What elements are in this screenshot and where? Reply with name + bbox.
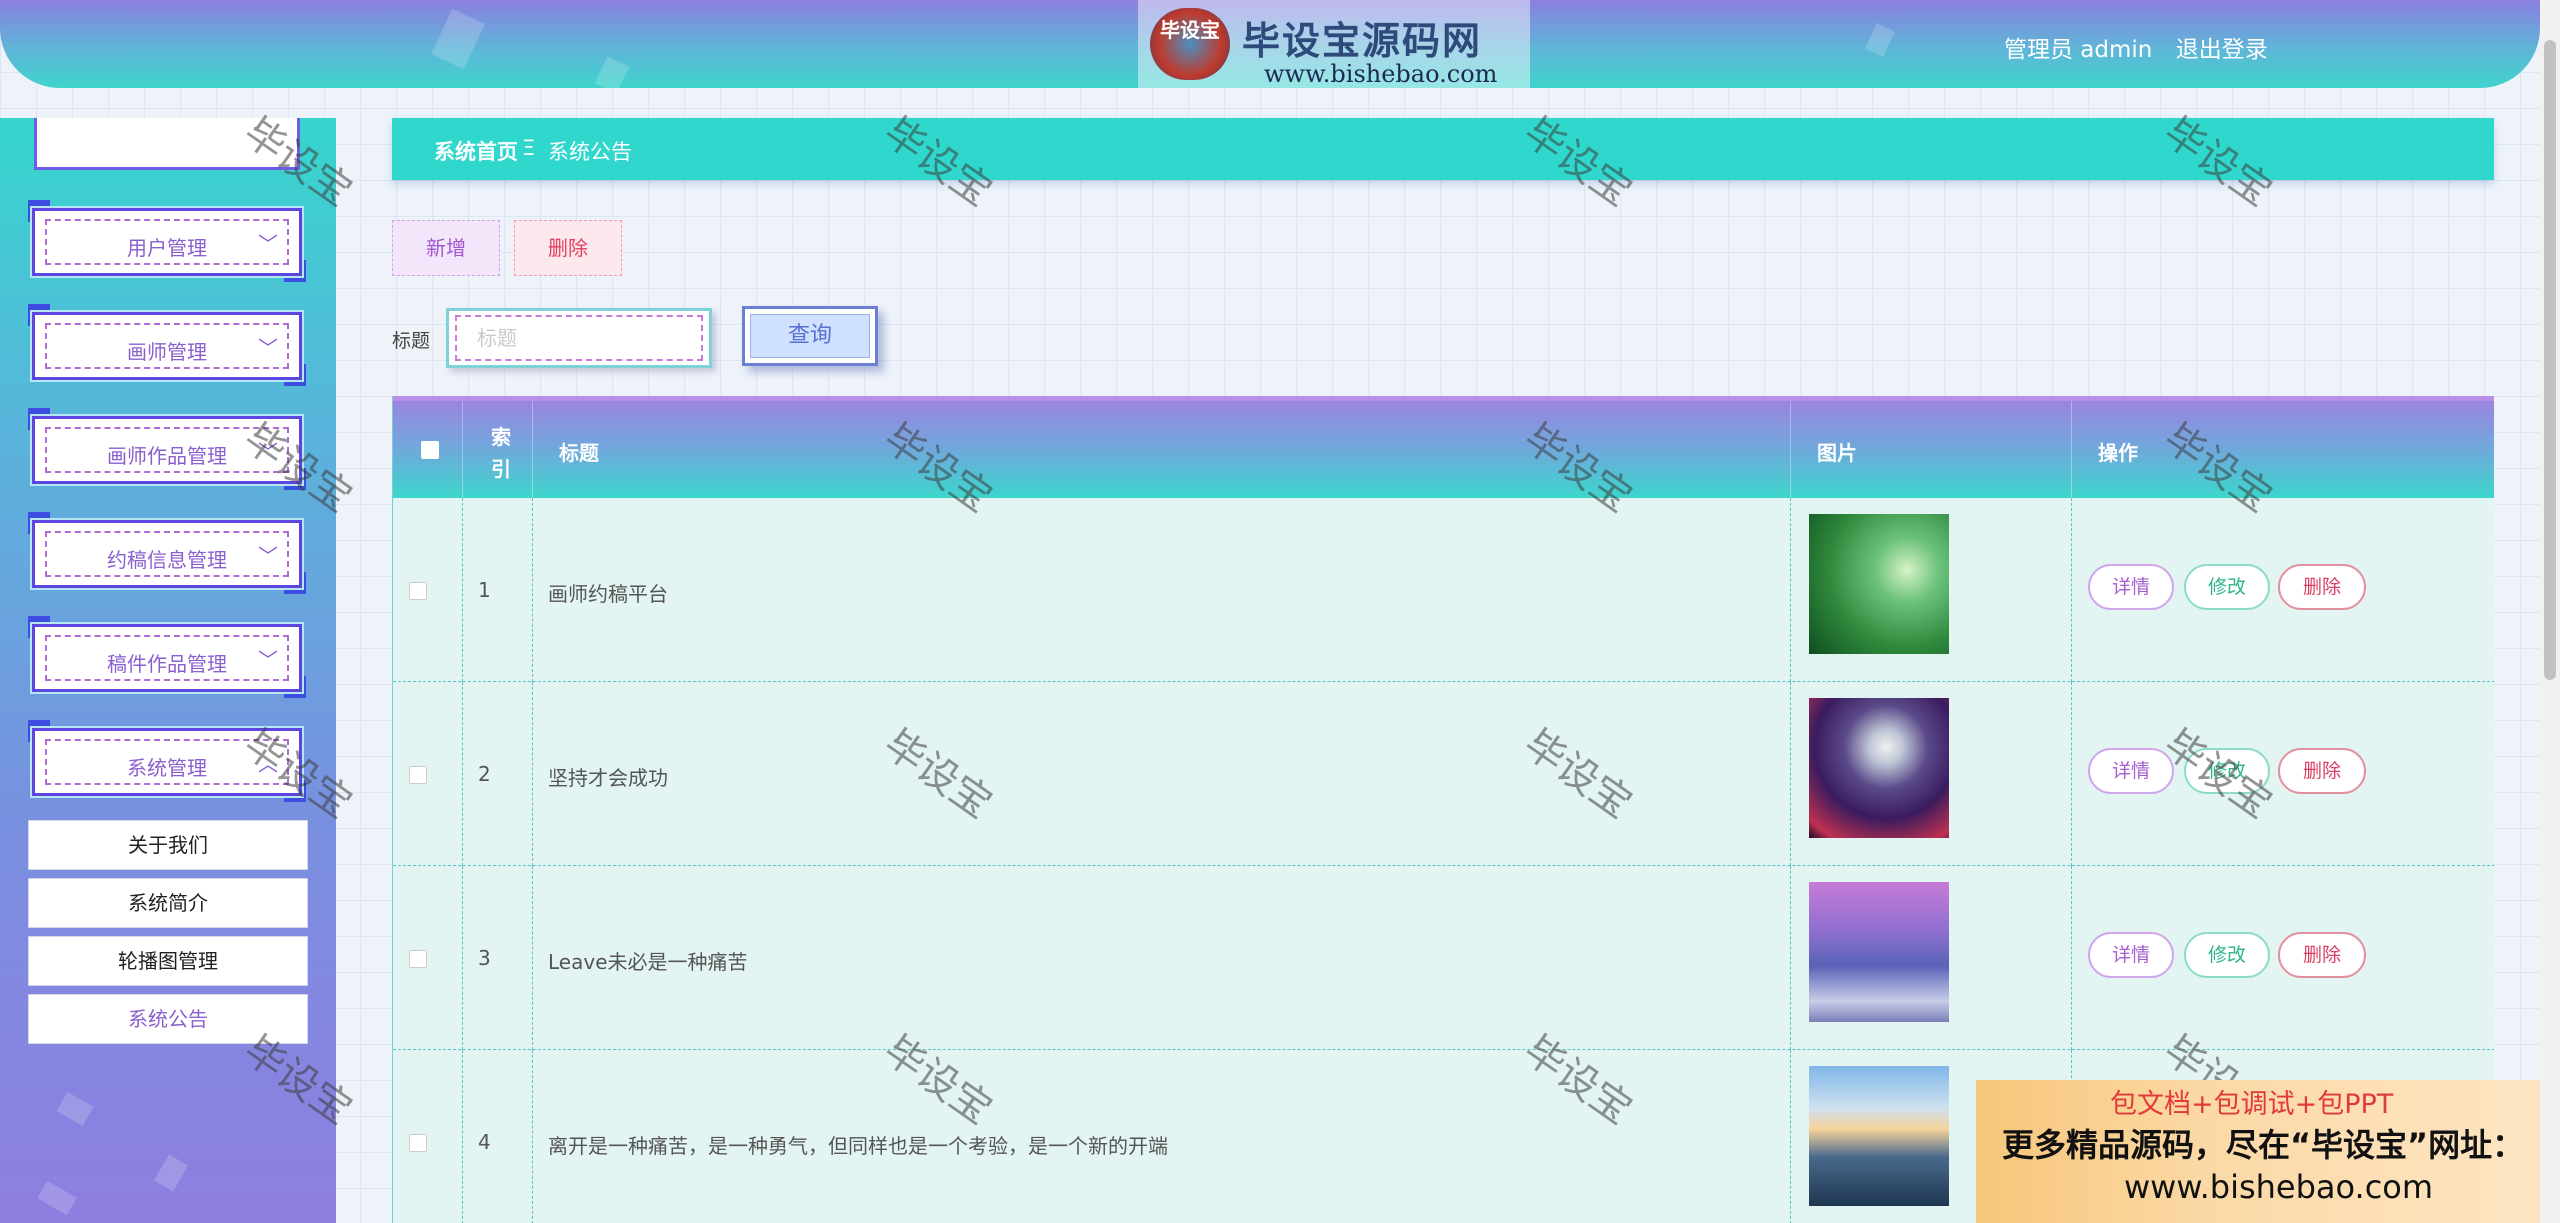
table-row: 2 坚持才会成功 详情 修改 删除 (393, 682, 2494, 866)
logout-link[interactable]: 退出登录 (2176, 37, 2268, 63)
breadcrumb: 系统首页 Ξ 系统公告 (392, 118, 2494, 180)
chevron-down-icon: ﹀ (258, 440, 278, 464)
decor-shape (153, 1154, 189, 1192)
top-header: 毕设宝 毕设宝源码网 www.bishebao.com 管理员 admin 退出… (0, 0, 2540, 88)
delete-button[interactable]: 删除 (2278, 932, 2366, 978)
row-title: 离开是一种痛苦，是一种勇气，但同样也是一个考验，是一个新的开端 (548, 1134, 1168, 1158)
cell (533, 682, 1791, 866)
row-title: Leave未必是一种痛苦 (548, 950, 748, 974)
row-index: 4 (478, 1130, 491, 1154)
query-button-label: 查询 (750, 314, 870, 358)
header-title: 标题 (533, 401, 1791, 498)
row-checkbox[interactable] (409, 1134, 427, 1152)
logo-url: www.bishebao.com (1264, 60, 1498, 88)
sidebar-menu-painter[interactable]: 画师管理 ﹀ (28, 304, 306, 386)
site-logo[interactable]: 毕设宝 毕设宝源码网 www.bishebao.com (1138, 0, 1530, 88)
header-index: 索引 (463, 401, 533, 498)
logo-title: 毕设宝源码网 (1242, 19, 1483, 63)
search-title-field (446, 308, 712, 368)
ad-banner[interactable]: 包文档+包调试+包PPT 更多精品源码，尽在“毕设宝”网址： www.bishe… (1976, 1080, 2560, 1223)
ad-line-1: 包文档+包调试+包PPT (2110, 1089, 2394, 1120)
decor-shape (594, 56, 630, 88)
detail-button[interactable]: 详情 (2088, 748, 2174, 794)
chevron-up-icon: ︿ (258, 752, 278, 776)
cell (463, 682, 533, 866)
cell (533, 498, 1791, 682)
batch-delete-button[interactable]: 删除 (514, 220, 622, 276)
search-title-input[interactable] (455, 315, 703, 361)
sidebar-menu-commission[interactable]: 约稿信息管理 ﹀ (28, 512, 306, 594)
row-checkbox[interactable] (409, 766, 427, 784)
header-title-label: 标题 (559, 441, 599, 465)
query-button[interactable]: 查询 (742, 306, 878, 366)
breadcrumb-home[interactable]: 系统首页 (434, 136, 518, 166)
header-select-all (393, 401, 463, 498)
decor-shape (37, 1180, 77, 1216)
search-title-label: 标题 (392, 330, 431, 352)
chevron-down-icon: ﹀ (258, 544, 278, 568)
header-index-label: 索引 (491, 425, 511, 481)
sidebar-menu-painter-works[interactable]: 画师作品管理 ﹀ (28, 408, 306, 490)
cell (393, 866, 463, 1050)
cell (393, 1050, 463, 1223)
user-area: 管理员 admin 退出登录 (2004, 30, 2284, 64)
edit-button[interactable]: 修改 (2184, 748, 2270, 794)
edit-button[interactable]: 修改 (2184, 564, 2270, 610)
sidebar-link-carousel[interactable]: 轮播图管理 (28, 936, 308, 986)
detail-button[interactable]: 详情 (2088, 564, 2174, 610)
cell (463, 1050, 533, 1223)
cell (463, 498, 533, 682)
detail-button[interactable]: 详情 (2088, 932, 2174, 978)
sidebar-menu-scrolled-item (34, 118, 300, 170)
row-checkbox[interactable] (409, 950, 427, 968)
add-button[interactable]: 新增 (392, 220, 500, 276)
moon-tree-image[interactable] (1809, 698, 1949, 838)
scrollbar-thumb[interactable] (2544, 40, 2556, 680)
header-image: 图片 (1791, 401, 2072, 498)
row-index: 2 (478, 762, 491, 786)
snowy-forest-image[interactable] (1809, 882, 1949, 1022)
sidebar: 用户管理 ﹀ 画师管理 ﹀ 画师作品管理 ﹀ 约稿信息管理 ﹀ 稿件作品管理 ﹀… (0, 118, 336, 1223)
sidebar-link-intro[interactable]: 系统简介 (28, 878, 308, 928)
delete-button[interactable]: 删除 (2278, 564, 2366, 610)
chevron-down-icon: ﹀ (258, 648, 278, 672)
table-header: 索引 标题 图片 操作 (393, 396, 2494, 498)
cell (393, 498, 463, 682)
breadcrumb-current: 系统公告 (548, 140, 632, 164)
header-ops-label: 操作 (2098, 441, 2138, 465)
select-all-checkbox[interactable] (421, 441, 439, 459)
decor-shape (1865, 23, 1895, 57)
delete-button[interactable]: 删除 (2278, 748, 2366, 794)
logo-badge-icon: 毕设宝 (1150, 8, 1230, 80)
breadcrumb-separator-icon: Ξ (522, 136, 536, 160)
cell (463, 866, 533, 1050)
row-title: 坚持才会成功 (548, 766, 668, 790)
row-title: 画师约稿平台 (548, 582, 668, 606)
table-row: 3 Leave未必是一种痛苦 详情 修改 删除 (393, 866, 2494, 1050)
header-ops: 操作 (2072, 401, 2494, 498)
row-checkbox[interactable] (409, 582, 427, 600)
sidebar-link-about[interactable]: 关于我们 (28, 820, 308, 870)
ad-line-2: 更多精品源码，尽在“毕设宝”网址： (2002, 1126, 2525, 1164)
table-row: 1 画师约稿平台 详情 修改 删除 (393, 498, 2494, 682)
decor-shape (431, 8, 485, 70)
row-index: 3 (478, 946, 491, 970)
header-image-label: 图片 (1817, 441, 1857, 465)
sidebar-menu-user[interactable]: 用户管理 ﹀ (28, 200, 306, 282)
row-index: 1 (478, 578, 491, 602)
chevron-down-icon: ﹀ (258, 336, 278, 360)
cell (393, 682, 463, 866)
sidebar-link-notice[interactable]: 系统公告 (28, 994, 308, 1044)
decor-shape (56, 1091, 94, 1127)
mountain-sunset-image[interactable] (1809, 1066, 1949, 1206)
page-scrollbar[interactable] (2540, 0, 2560, 1223)
admin-user-label: 管理员 admin (2004, 37, 2153, 63)
sidebar-menu-manuscript[interactable]: 稿件作品管理 ﹀ (28, 616, 306, 698)
sidebar-menu-system[interactable]: 系统管理 ︿ (28, 720, 306, 802)
ad-line-3: www.bishebao.com (2124, 1168, 2434, 1206)
green-abstract-image[interactable] (1809, 514, 1949, 654)
chevron-down-icon: ﹀ (258, 232, 278, 256)
edit-button[interactable]: 修改 (2184, 932, 2270, 978)
